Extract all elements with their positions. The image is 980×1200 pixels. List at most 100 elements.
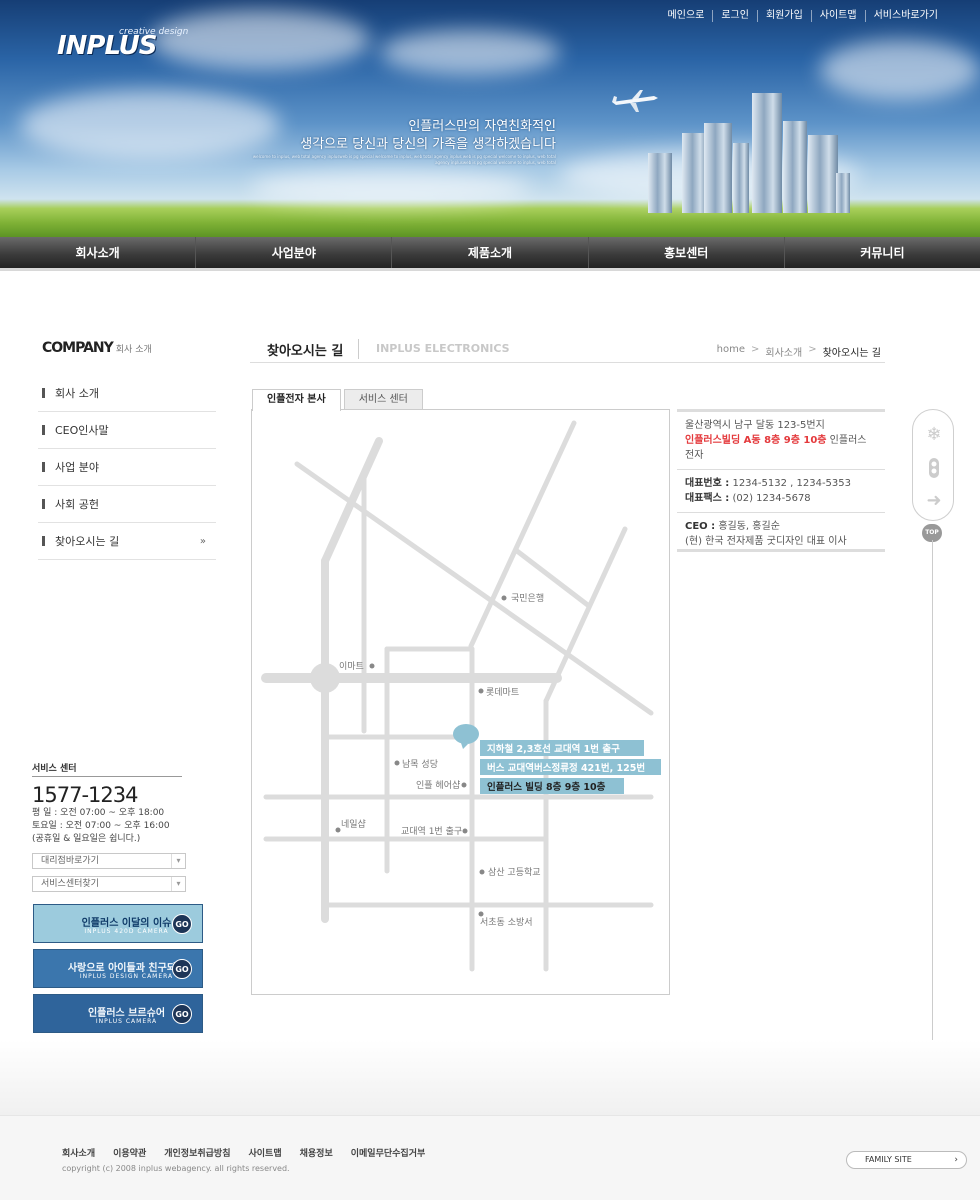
direction-building: 인플러스 빌딩 8층 9층 10층 [487,781,606,793]
footer-link-sitemap[interactable]: 사이트맵 [249,1146,282,1159]
snowflake-icon[interactable]: ❄ [922,422,946,446]
info-fax: (02) 1234-5678 [729,493,811,504]
page-title: 찾아오시는 길 [267,344,344,359]
service-center: 서비스 센터 1577-1234 평 일 : 오전 07:00 ~ 오후 18:… [32,761,202,846]
footer-links: 회사소개 이용약관 개인정보취급방침 사이트맵 채용정보 이메일무단수집거부 [62,1146,443,1159]
breadcrumb-separator: > [808,344,817,355]
arrow-right-icon[interactable]: ➜ [922,488,946,512]
quick-menu: ❄ ➜ [912,409,954,521]
service-hours-saturday: 토요일 : 오전 07:00 ~ 오후 16:00 [32,821,170,831]
gnb-products[interactable]: 제품소개 [392,237,589,268]
slogan-line1: 인플러스만의 자연친화적인 [408,119,556,134]
info-tel: 1234-5132 , 1234-5353 [729,478,852,489]
info-building: 인플러스빌딩 A동 8층 9층 10층 [685,435,827,446]
location-tabs: 인플전자 본사 서비스 센터 [252,389,423,411]
double-arrow-icon: » [199,535,206,547]
logo[interactable]: INPLUS creative design [57,27,188,62]
chevron-down-icon: ▾ [171,854,185,868]
page-title-bar: 찾아오시는 길 INPLUS ELECTRONICS home > 회사소개 >… [250,335,885,363]
side-nav: 회사 소개 CEO인사말 사업 분야 사회 공헌 찾아오시는 길» [38,375,216,560]
map-label-emart: 이마트 [339,661,364,672]
chevron-right-icon: › [954,1155,958,1165]
agency-select[interactable]: 대리점바로가기 ▾ [32,853,186,869]
quick-menu-line [932,540,933,1115]
tab-service-center[interactable]: 서비스 센터 [343,389,423,410]
map-label-fire: 서초동 소방서 [480,917,533,928]
gnb-community[interactable]: 커뮤니티 [785,237,980,268]
breadcrumb-company[interactable]: 회사소개 [765,344,802,359]
footer-link-company[interactable]: 회사소개 [62,1146,95,1159]
map: 국민은행 이마트 롯데마트 남목 성당 인플 헤어샵 네일샵 교대역 1번 출구… [251,409,670,995]
bullet-icon [42,499,45,509]
company-info: 울산광역시 남구 달동 123-5번지 인플러스빌딩 A동 8층 9층 10층 … [677,409,885,552]
direction-subway: 지하철 2,3호선 교대역 1번 출구 [487,743,620,755]
footer-link-terms[interactable]: 이용약관 [113,1146,146,1159]
location-marker-bubble [453,724,479,744]
info-ceo-block: CEO : 홍길동, 홍길순 (현) 한국 전자제품 굿디자인 대표 이사 [677,513,885,555]
tab-headquarters[interactable]: 인플전자 본사 [252,389,341,411]
header-banner: INPLUS creative design 메인으로 로그인 회원가입 사이트… [0,0,980,237]
info-address: 울산광역시 남구 달동 123-5번지 [685,420,825,431]
info-contact-block: 대표번호 : 1234-5132 , 1234-5353 대표팩스 : (02)… [677,470,885,513]
breadcrumb-current: 찾아오시는 길 [822,348,881,359]
bottom-fade [0,1040,980,1115]
banner-brochure[interactable]: 인플러스 브르슈어 INPLUS CAMERA GO [33,994,203,1033]
service-phone: 1577-1234 [32,783,138,807]
side-item-business[interactable]: 사업 분야 [38,449,216,486]
go-button[interactable]: GO [172,1004,192,1024]
lnb-title: COMPANY 회사 소개 [42,340,152,356]
map-label-hair: 인플 헤어샵 [416,779,460,791]
slogan: 인플러스만의 자연친화적인 생각으로 당신과 당신의 가족을 생각하겠습니다 w… [250,118,556,166]
top-link-sitemap[interactable]: 사이트맵 [810,10,865,22]
roads [261,420,654,972]
side-item-location[interactable]: 찾아오시는 길» [38,523,216,560]
map-label-school: 삼산 고등학교 [488,867,541,878]
page-title-en: INPLUS ELECTRONICS [376,342,510,355]
gnb-pr[interactable]: 홍보센터 [589,237,785,268]
map-label-exit: 교대역 1번 출구 [401,826,462,837]
top-link-login[interactable]: 로그인 [712,10,757,22]
side-item-ceo[interactable]: CEO인사말 [38,412,216,449]
breadcrumb: home > 회사소개 > 찾아오시는 길 [717,344,881,359]
footer-link-recruit[interactable]: 채용정보 [300,1146,333,1159]
info-ceo: 홍길동, 홍길순 [715,521,780,532]
info-address-block: 울산광역시 남구 달동 123-5번지 인플러스빌딩 A동 8층 9층 10층 … [677,412,885,470]
top-link-join[interactable]: 회원가입 [756,10,811,22]
bullet-icon [42,425,45,435]
map-drawing: 국민은행 이마트 롯데마트 남목 성당 인플 헤어샵 네일샵 교대역 1번 출구… [261,420,661,972]
bullet-icon [42,462,45,472]
breadcrumb-separator: > [751,344,760,355]
roundabout [310,663,340,693]
family-site-select[interactable]: FAMILY SITE › [846,1151,967,1169]
chevron-down-icon: ▾ [171,877,185,891]
go-button[interactable]: GO [172,959,192,979]
gnb-business[interactable]: 사업분야 [196,237,393,268]
footer-link-email[interactable]: 이메일무단수집거부 [351,1146,426,1159]
slogan-small: welcome to inplus, web total agency inpl… [252,154,556,165]
service-hours-holiday: (공휴일 & 일요일은 쉽니다.) [32,834,141,844]
top-link-service[interactable]: 서비스바로가기 [864,10,946,22]
footer-link-privacy[interactable]: 개인정보취급방침 [164,1146,230,1159]
title-divider [358,339,359,359]
gnb-company[interactable]: 회사소개 [0,237,197,268]
copyright: copyright (c) 2008 inplus webagency. all… [62,1164,290,1173]
direction-bus: 버스 교대역버스정류정 421번, 125번 [487,762,645,774]
map-label-lotte: 롯데마트 [486,687,519,698]
airplane-icon [612,90,658,112]
banner-kids[interactable]: 사랑으로 아이들과 친구되기 INPLUS DESIGN CAMERA GO [33,949,203,988]
breadcrumb-home[interactable]: home [717,344,745,359]
traffic-light-icon[interactable] [922,456,946,480]
side-item-social[interactable]: 사회 공헌 [38,486,216,523]
info-ceo-desc: (현) 한국 전자제품 굿디자인 대표 이사 [685,536,847,547]
bullet-icon [42,536,45,546]
slogan-line2: 생각으로 당신과 당신의 가족을 생각하겠습니다 [300,137,556,152]
go-button[interactable]: GO [172,914,192,934]
map-label-kookmin: 국민은행 [511,592,544,604]
top-utility-nav: 메인으로 로그인 회원가입 사이트맵 서비스바로가기 [660,10,946,22]
banner-issue[interactable]: 인플러스 이달의 이슈 INPLUS 420D CAMERA GO [33,904,203,943]
service-center-select[interactable]: 서비스센터찾기 ▾ [32,876,186,892]
map-label-church: 남목 성당 [402,759,438,770]
top-link-main[interactable]: 메인으로 [660,10,713,22]
service-hours-weekday: 평 일 : 오전 07:00 ~ 오후 18:00 [32,808,165,818]
side-item-intro[interactable]: 회사 소개 [38,375,216,412]
